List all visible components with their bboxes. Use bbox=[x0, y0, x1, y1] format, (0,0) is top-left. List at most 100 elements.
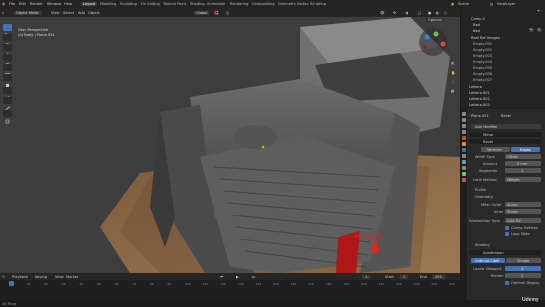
levels-viewport-field[interactable]: 1 bbox=[505, 266, 541, 271]
navigation-gizmo[interactable] bbox=[418, 27, 448, 57]
move-tool[interactable] bbox=[3, 44, 12, 58]
particles-tab-icon[interactable] bbox=[462, 154, 466, 158]
zoom-icon[interactable]: 🔍 bbox=[451, 62, 455, 66]
menu-window[interactable]: Window bbox=[47, 2, 61, 6]
gizmo-x-axis[interactable] bbox=[440, 41, 446, 47]
menu-add[interactable]: Add bbox=[78, 11, 85, 15]
menu-help[interactable]: Help bbox=[64, 2, 72, 6]
timeline-editor-icon[interactable]: ⏱ bbox=[2, 275, 5, 279]
tab-layout[interactable]: Layout bbox=[81, 2, 98, 6]
menu-object[interactable]: Object bbox=[88, 11, 100, 15]
visibility-icon[interactable]: 👁 bbox=[380, 11, 385, 15]
eye-visibility-icon[interactable]: 👁 bbox=[537, 28, 542, 32]
gizmo-icon[interactable]: ✥ bbox=[393, 11, 396, 15]
scene-tab-icon[interactable] bbox=[462, 130, 466, 134]
scene-name[interactable]: Scene bbox=[458, 2, 469, 6]
menu-keying[interactable]: Keying bbox=[35, 275, 47, 279]
blender-logo-icon[interactable]: ◉ bbox=[2, 2, 5, 6]
optimal-display-checkbox[interactable] bbox=[505, 281, 509, 285]
play-icon[interactable]: ▶ bbox=[236, 275, 239, 279]
menu-select[interactable]: Select bbox=[63, 11, 74, 15]
menu-timeline-view[interactable]: View bbox=[55, 275, 64, 279]
mirror-modifier-header[interactable]: Mirror bbox=[469, 132, 541, 137]
tab-texture-paint[interactable]: Texture Paint bbox=[163, 2, 186, 6]
tab-compositing[interactable]: Compositing bbox=[252, 2, 275, 6]
overlay-icon[interactable]: ◑ bbox=[405, 11, 408, 15]
tab-rendering[interactable]: Rendering bbox=[230, 2, 248, 6]
rotate-tool[interactable] bbox=[3, 54, 12, 68]
cursor-tool[interactable] bbox=[3, 34, 12, 48]
menu-edit[interactable]: Edit bbox=[19, 2, 26, 6]
catmull-clark-toggle[interactable]: Catmull-Clark bbox=[471, 258, 505, 263]
annotate-tool[interactable] bbox=[3, 87, 12, 101]
tab-scripting[interactable]: Scripting bbox=[310, 2, 326, 6]
camera-view-icon[interactable]: 🎥 bbox=[451, 80, 455, 84]
edges-toggle[interactable]: Edges bbox=[511, 147, 540, 152]
simple-toggle[interactable]: Simple bbox=[506, 258, 541, 263]
measure-tool[interactable] bbox=[3, 97, 12, 111]
world-tab-icon[interactable] bbox=[462, 136, 466, 140]
jump-end-icon[interactable]: ⏭ bbox=[252, 275, 255, 279]
tab-animation[interactable]: Animation bbox=[207, 2, 225, 6]
tab-uv-editing[interactable]: UV Editing bbox=[141, 2, 160, 6]
shading-render-icon[interactable]: ○ bbox=[444, 11, 447, 15]
modifier-tab-icon[interactable] bbox=[462, 148, 466, 152]
start-field[interactable]: 1 bbox=[400, 274, 409, 279]
loop-slide-checkbox[interactable] bbox=[505, 232, 509, 236]
vertices-toggle[interactable]: Vertices bbox=[481, 147, 510, 152]
menu-render[interactable]: Render bbox=[30, 2, 43, 6]
limit-method-select[interactable]: Weight bbox=[505, 177, 541, 182]
list-item[interactable]: Empty.007 bbox=[461, 77, 545, 83]
tab-sculpting[interactable]: Sculpting bbox=[120, 2, 137, 6]
shading-section[interactable]: Shading bbox=[475, 243, 490, 247]
menu-marker[interactable]: Marker bbox=[66, 275, 78, 279]
data-tab-icon[interactable] bbox=[462, 172, 466, 176]
current-frame-field[interactable]: 1 bbox=[362, 274, 371, 279]
object-tab-icon[interactable] bbox=[462, 142, 466, 146]
segments-field[interactable]: 1 bbox=[505, 168, 541, 173]
menu-view[interactable]: View bbox=[51, 11, 60, 15]
intersection-type-select[interactable]: Grid Fill bbox=[505, 218, 541, 223]
add-cube-tool[interactable] bbox=[3, 110, 12, 124]
playhead[interactable] bbox=[9, 281, 14, 286]
grid-toggle-icon[interactable]: ▦ bbox=[451, 89, 454, 93]
menu-file[interactable]: File bbox=[9, 2, 15, 6]
add-modifier-button[interactable]: Add Modifier bbox=[471, 124, 541, 129]
xray-icon[interactable]: ▢ bbox=[418, 11, 421, 15]
transform-orientation[interactable]: Global bbox=[194, 10, 210, 15]
scene-icon[interactable]: ▣ bbox=[451, 2, 454, 6]
proportional-icon[interactable]: ◎ bbox=[226, 11, 229, 15]
subdivision-modifier-header[interactable]: Subdivision bbox=[469, 250, 541, 255]
constraint-tab-icon[interactable] bbox=[462, 166, 466, 170]
tab-geometry-nodes[interactable]: Geometry Nodes bbox=[278, 2, 308, 6]
tool-tab-icon[interactable] bbox=[462, 112, 466, 116]
list-item[interactable]: Lettera.003 bbox=[461, 102, 545, 108]
geometry-section[interactable]: Geometry bbox=[475, 195, 493, 199]
end-field[interactable]: 250 bbox=[432, 274, 445, 279]
render-levels-field[interactable]: 2 bbox=[505, 273, 541, 278]
amount-field[interactable]: 0 mm bbox=[505, 161, 541, 166]
select-box-tool[interactable] bbox=[3, 24, 12, 39]
scale-tool[interactable] bbox=[3, 64, 12, 78]
snap-icon[interactable]: 🧲 bbox=[214, 11, 218, 15]
bevel-modifier-header[interactable]: Bevel bbox=[469, 139, 541, 144]
shading-solid-icon[interactable]: ● bbox=[428, 11, 431, 15]
pan-hand-icon[interactable]: ✋ bbox=[451, 71, 455, 75]
mode-selector[interactable]: Object Mode bbox=[14, 10, 41, 15]
transform-tool[interactable] bbox=[3, 74, 12, 87]
jump-start-icon[interactable]: ⏮ bbox=[220, 275, 223, 279]
output-tab-icon[interactable] bbox=[462, 124, 466, 128]
camera-visibility-icon[interactable]: 📷 bbox=[529, 28, 533, 32]
3d-viewport[interactable]: Numpad 0 User Perspective (0) Body | Pla… bbox=[0, 17, 460, 273]
tab-shading[interactable]: Shading bbox=[190, 2, 205, 6]
editor-type-icon[interactable]: ⌗ bbox=[2, 11, 4, 15]
render-tab-icon[interactable] bbox=[462, 118, 466, 122]
width-type-select[interactable]: Offset bbox=[505, 154, 541, 159]
tab-modeling[interactable]: Modeling bbox=[100, 2, 116, 6]
gizmo-y-axis[interactable] bbox=[433, 31, 439, 37]
gizmo-z-axis[interactable] bbox=[424, 34, 430, 40]
shading-material-icon[interactable]: ◐ bbox=[436, 11, 439, 15]
options-dropdown[interactable]: Options bbox=[426, 18, 444, 22]
physics-tab-icon[interactable] bbox=[462, 160, 466, 164]
inner-select[interactable]: Sharp bbox=[505, 209, 541, 214]
